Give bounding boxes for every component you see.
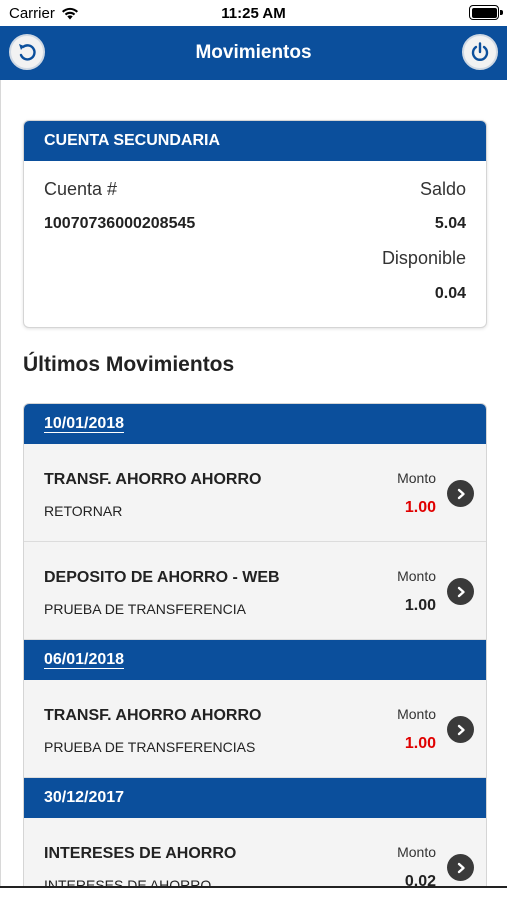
status-bar: Carrier 11:25 AM [0,0,507,26]
monto-label: Monto [397,844,436,860]
account-number-label: Cuenta # [44,179,118,199]
list-item[interactable]: TRANSF. AHORRO AHORRO RETORNAR Monto 1.0… [24,444,486,542]
monto-label: Monto [397,706,436,722]
power-icon [471,42,489,61]
movement-title: DEPOSITO DE AHORRO - WEB [44,569,280,586]
movement-description: INTERESES DE AHORRO [44,877,212,886]
movement-amount: 1.00 [404,499,436,516]
date-label[interactable]: 10/01/2018 [44,415,125,433]
chevron-right-icon[interactable] [447,578,474,605]
account-number-value: 10070736000208545 [44,215,196,232]
clock: 11:25 AM [221,5,286,22]
movement-description: RETORNAR [44,503,123,519]
nav-bar: Movimientos [0,26,507,80]
battery-icon [469,5,503,20]
list-item[interactable]: TRANSF. AHORRO AHORRO PRUEBA DE TRANSFER… [24,680,486,778]
logout-button[interactable] [462,34,498,70]
movement-title: TRANSF. AHORRO AHORRO [44,471,262,488]
date-header[interactable]: 06/01/2018 [24,640,486,680]
movements-list: 10/01/2018 TRANSF. AHORRO AHORRO RETORNA… [23,403,487,886]
date-label[interactable]: 30/12/2017 [44,789,124,806]
movement-title: INTERESES DE AHORRO [44,845,237,862]
saldo-value: 5.04 [434,215,466,232]
list-item[interactable]: INTERESES DE AHORRO INTERESES DE AHORRO … [24,818,486,886]
chevron-right-icon[interactable] [447,716,474,743]
disponible-label: Disponible [381,248,466,268]
section-title: Últimos Movimientos [23,353,235,376]
movement-amount: 1.00 [404,597,436,614]
monto-label: Monto [397,568,436,584]
disponible-value: 0.04 [434,285,466,302]
saldo-label: Saldo [419,179,466,199]
account-card: CUENTA SECUNDARIA Cuenta # Saldo 1007073… [23,120,487,328]
account-card-header: CUENTA SECUNDARIA [24,121,486,161]
movement-amount: 0.02 [404,873,436,886]
content-area[interactable]: CUENTA SECUNDARIA Cuenta # Saldo 1007073… [0,80,507,886]
monto-label: Monto [397,470,436,486]
movement-title: TRANSF. AHORRO AHORRO [44,707,262,724]
chevron-right-icon[interactable] [447,854,474,881]
movement-amount: 1.00 [404,735,436,752]
date-label[interactable]: 06/01/2018 [44,651,125,669]
movement-description: PRUEBA DE TRANSFERENCIAS [44,739,256,755]
movement-description: PRUEBA DE TRANSFERENCIA [44,601,247,617]
bottom-divider [0,886,507,900]
date-header[interactable]: 10/01/2018 [24,404,486,444]
page-title: Movimientos [195,42,312,63]
date-header[interactable]: 30/12/2017 [24,778,486,818]
list-item[interactable]: DEPOSITO DE AHORRO - WEB PRUEBA DE TRANS… [24,542,486,640]
chevron-right-icon[interactable] [447,480,474,507]
